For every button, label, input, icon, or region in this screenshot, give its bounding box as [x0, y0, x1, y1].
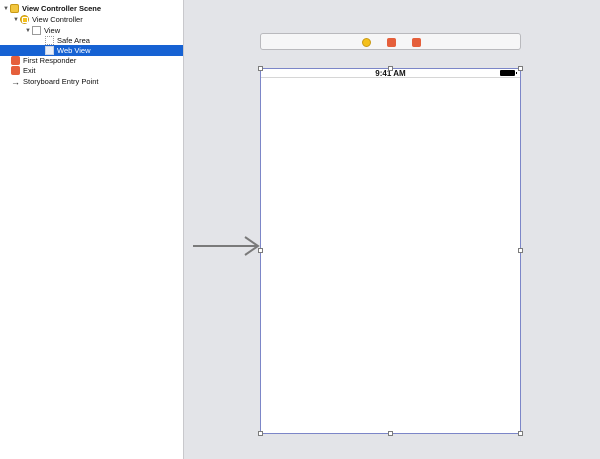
- outline-label: Exit: [23, 66, 36, 75]
- disclosure-triangle-icon[interactable]: ▼: [2, 6, 10, 12]
- view-controller-icon: [20, 15, 29, 24]
- resize-handle-top-right[interactable]: [518, 66, 523, 71]
- outline-row-exit[interactable]: Exit: [0, 65, 183, 76]
- resize-handle-bottom-left[interactable]: [258, 431, 263, 436]
- disclosure-triangle-icon[interactable]: ▼: [24, 28, 32, 34]
- outline-row-view-controller[interactable]: ▼ View Controller: [0, 14, 183, 25]
- first-responder-icon: [11, 56, 20, 65]
- outline-label: View Controller Scene: [22, 4, 102, 13]
- resize-handle-right[interactable]: [518, 248, 523, 253]
- disclosure-triangle-icon[interactable]: ▼: [12, 17, 20, 23]
- document-outline: ▼ View Controller Scene ▼ View Controlle…: [0, 0, 184, 459]
- outline-label: View Controller: [32, 15, 83, 24]
- battery-icon: [500, 70, 517, 76]
- view-controller-icon[interactable]: [362, 38, 371, 47]
- outline-label: Storyboard Entry Point: [23, 77, 99, 86]
- view-icon: [32, 26, 41, 35]
- resize-handle-bottom-right[interactable]: [518, 431, 523, 436]
- resize-handle-left[interactable]: [258, 248, 263, 253]
- scene-icon: [10, 4, 19, 13]
- web-view-icon: [45, 46, 54, 55]
- outline-row-storyboard-entry-point[interactable]: → Storyboard Entry Point: [0, 76, 183, 87]
- web-view-canvas[interactable]: 9:41 AM: [260, 68, 521, 434]
- exit-icon: [11, 66, 20, 75]
- storyboard-entry-arrow-icon[interactable]: [193, 236, 261, 256]
- safe-area-icon: [45, 36, 54, 45]
- scene-dock[interactable]: [260, 33, 521, 50]
- first-responder-icon[interactable]: [387, 38, 396, 47]
- exit-icon[interactable]: [412, 38, 421, 47]
- resize-handle-bottom[interactable]: [388, 431, 393, 436]
- resize-handle-top-left[interactable]: [258, 66, 263, 71]
- arrow-right-icon: →: [11, 76, 20, 87]
- resize-handle-top[interactable]: [388, 66, 393, 71]
- outline-row-view-controller-scene[interactable]: ▼ View Controller Scene: [0, 3, 183, 14]
